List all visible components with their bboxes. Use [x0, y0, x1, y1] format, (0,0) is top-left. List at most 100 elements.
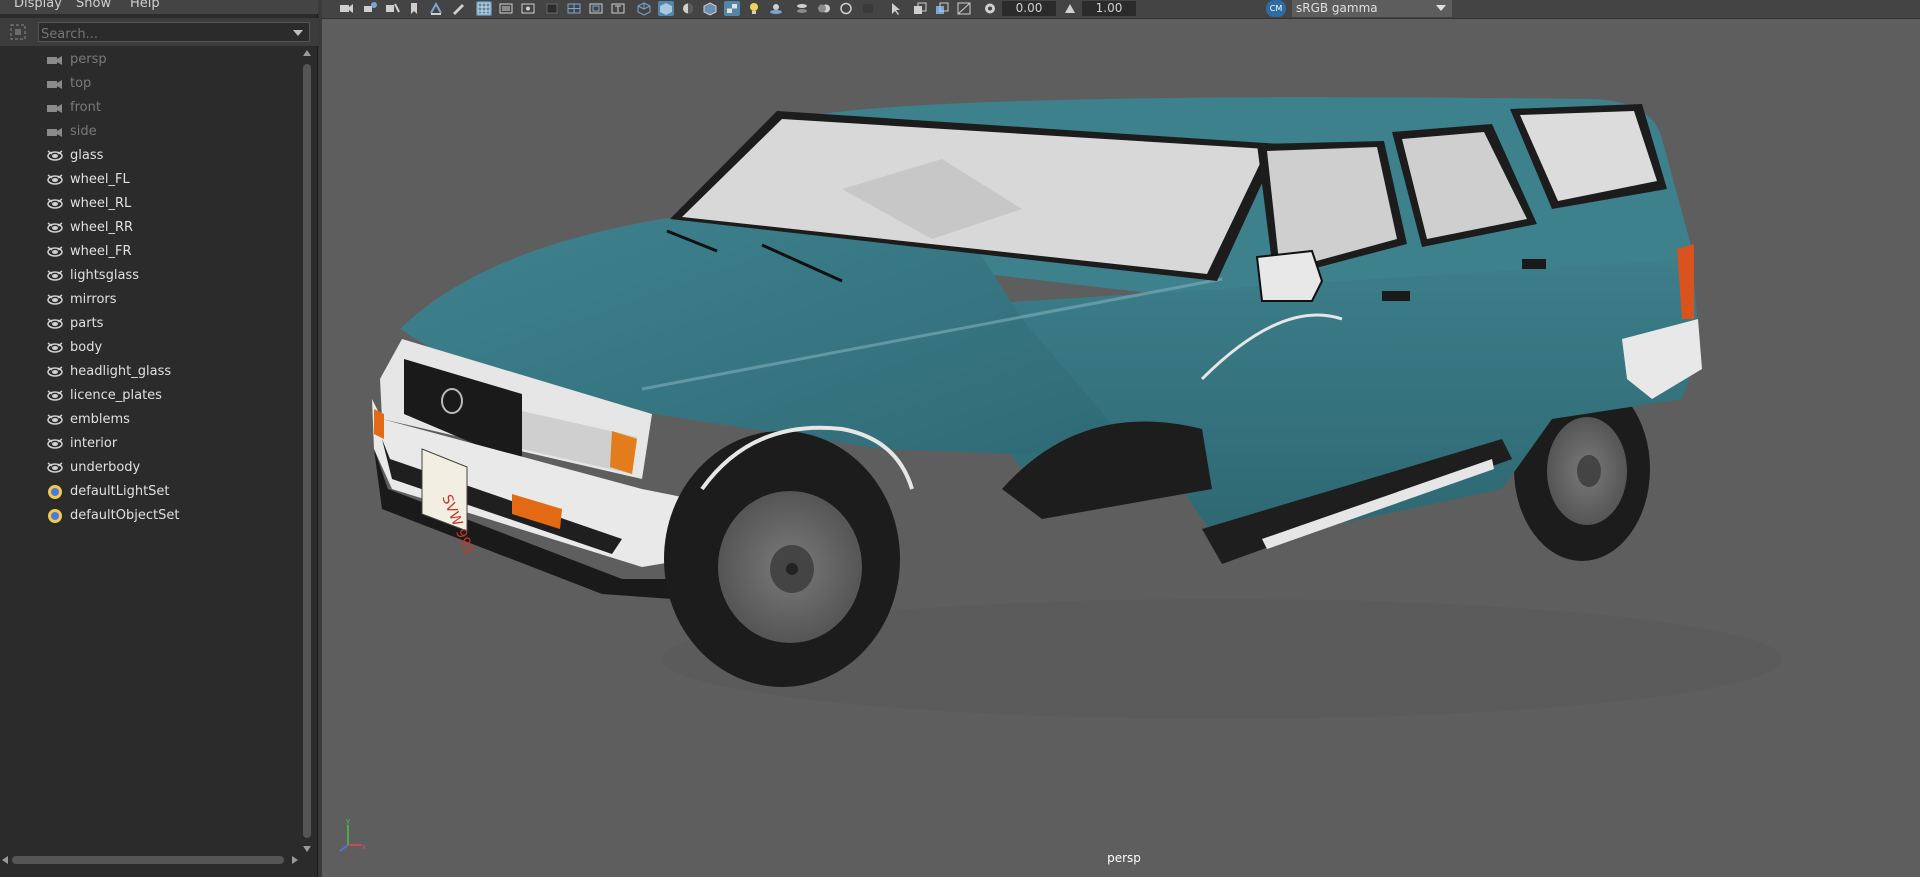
outliner-item-label: underbody — [70, 460, 141, 475]
gate-mask-icon[interactable] — [544, 1, 560, 16]
outliner-item[interactable]: wheel_RL — [40, 192, 290, 216]
3d-viewport[interactable]: SVW 995 y x persp — [322, 19, 1920, 877]
camera-attributes-icon[interactable] — [362, 1, 378, 16]
xray-icon[interactable] — [912, 1, 928, 16]
outliner-item-label: defaultLightSet — [70, 484, 170, 499]
image-plane-icon[interactable] — [406, 1, 422, 16]
outliner-item[interactable]: emblems — [40, 408, 290, 432]
search-dropdown-icon[interactable] — [293, 30, 303, 36]
suv-model-render: SVW 995 — [372, 97, 1782, 719]
group-icon — [46, 268, 64, 284]
outliner-item-label: glass — [70, 148, 104, 163]
outliner-item[interactable]: side — [40, 120, 290, 144]
set-icon — [46, 508, 64, 524]
group-icon — [46, 244, 64, 260]
outliner-item[interactable]: top — [40, 72, 290, 96]
outliner-item[interactable]: underbody — [40, 456, 290, 480]
outliner-item-label: top — [70, 76, 92, 91]
outliner-item[interactable]: interior — [40, 432, 290, 456]
2d-pan-zoom-icon[interactable] — [428, 1, 444, 16]
camera-icon — [46, 100, 64, 116]
film-gate-icon[interactable] — [498, 1, 514, 16]
outliner-item[interactable]: body — [40, 336, 290, 360]
menu-help[interactable]: Help — [130, 0, 160, 11]
outliner-item-label: wheel_RR — [70, 220, 134, 235]
filter-icon[interactable] — [10, 24, 26, 40]
colorspace-select[interactable]: sRGB gamma — [1292, 0, 1452, 17]
grid-toggle-icon[interactable] — [476, 1, 492, 16]
exposure-field[interactable]: 0.00 — [1002, 1, 1056, 16]
bookmark-icon[interactable] — [384, 1, 400, 16]
textured-icon[interactable] — [724, 1, 740, 16]
scroll-down-icon[interactable] — [303, 846, 311, 852]
scroll-up-icon[interactable] — [303, 50, 311, 56]
grease-pencil-icon[interactable] — [450, 1, 466, 16]
svg-text:x: x — [362, 843, 366, 851]
outliner-panel: Display Show Help persp top front side glass… — [0, 0, 318, 877]
exposure-icon[interactable] — [982, 1, 998, 16]
outliner-item[interactable]: headlight_glass — [40, 360, 290, 384]
menu-show[interactable]: Show — [76, 0, 111, 11]
color-management-icon[interactable]: CM — [1266, 0, 1286, 17]
outliner-item[interactable]: front — [40, 96, 290, 120]
hscroll-thumb[interactable] — [12, 856, 284, 864]
outliner-item[interactable]: mirrors — [40, 288, 290, 312]
field-chart-icon[interactable] — [566, 1, 582, 16]
outliner-item-label: defaultObjectSet — [70, 508, 180, 523]
group-icon — [46, 364, 64, 380]
smooth-shade-icon[interactable] — [658, 1, 674, 16]
outliner-item[interactable]: wheel_RR — [40, 216, 290, 240]
scroll-thumb[interactable] — [303, 64, 311, 838]
menu-display[interactable]: Display — [14, 0, 62, 11]
vertical-scrollbar[interactable] — [300, 48, 314, 854]
camera-select-icon[interactable] — [338, 1, 354, 16]
outliner-item[interactable]: defaultObjectSet — [40, 504, 290, 528]
outliner-item-label: wheel_FR — [70, 244, 132, 259]
outliner-item[interactable]: lightsglass — [40, 264, 290, 288]
outliner-item[interactable]: licence_plates — [40, 384, 290, 408]
wireframe-icon[interactable] — [636, 1, 652, 16]
outliner-item-label: body — [70, 340, 103, 355]
group-icon — [46, 412, 64, 428]
anti-aliasing-icon[interactable] — [838, 1, 854, 16]
use-all-lights-icon[interactable] — [746, 1, 762, 16]
outliner-item-label: lightsglass — [70, 268, 139, 283]
gamma-icon[interactable] — [1062, 1, 1078, 16]
chevron-down-icon — [1436, 5, 1446, 11]
xray-active-icon[interactable] — [956, 1, 972, 16]
xray-joints-icon[interactable] — [934, 1, 950, 16]
group-icon — [46, 220, 64, 236]
search-input[interactable] — [39, 26, 281, 42]
group-icon — [46, 196, 64, 212]
horizontal-scrollbar[interactable] — [0, 853, 300, 867]
outliner-item[interactable]: wheel_FR — [40, 240, 290, 264]
shadows-icon[interactable] — [768, 1, 784, 16]
safe-title-icon[interactable] — [610, 1, 626, 16]
search-row — [0, 18, 318, 46]
scroll-left-icon[interactable] — [2, 856, 8, 864]
outliner-item-label: mirrors — [70, 292, 117, 307]
group-icon — [46, 436, 64, 452]
outliner-item[interactable]: persp — [40, 48, 290, 72]
outliner-item[interactable]: wheel_FL — [40, 168, 290, 192]
outliner-item-label: parts — [70, 316, 104, 331]
depth-of-field-icon[interactable] — [860, 1, 876, 16]
search-field[interactable] — [38, 22, 310, 42]
outliner-item[interactable]: glass — [40, 144, 290, 168]
screen-space-ao-icon[interactable] — [794, 1, 810, 16]
group-icon — [46, 460, 64, 476]
outliner-item[interactable]: defaultLightSet — [40, 480, 290, 504]
safe-action-icon[interactable] — [588, 1, 604, 16]
resolution-gate-icon[interactable] — [520, 1, 536, 16]
outliner-item[interactable]: parts — [40, 312, 290, 336]
scroll-right-icon[interactable] — [292, 856, 298, 864]
camera-icon — [46, 76, 64, 92]
gamma-field[interactable]: 1.00 — [1082, 1, 1136, 16]
default-material-icon[interactable] — [680, 1, 696, 16]
outliner-item-label: front — [70, 100, 101, 115]
isolate-select-icon[interactable] — [888, 1, 904, 16]
outliner-item-label: side — [70, 124, 97, 139]
motion-blur-icon[interactable] — [816, 1, 832, 16]
wireframe-on-shaded-icon[interactable] — [702, 1, 718, 16]
camera-icon — [46, 52, 64, 68]
